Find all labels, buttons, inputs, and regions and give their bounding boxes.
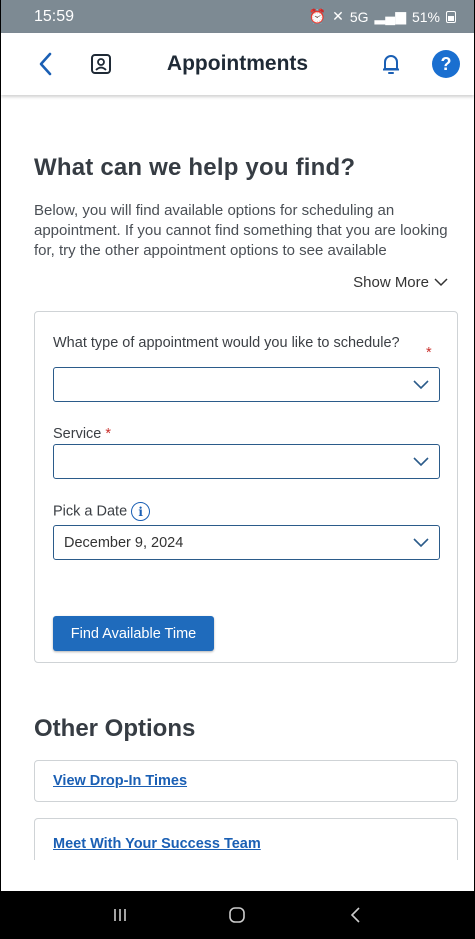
intro-text: Below, you will find available options f… [34,202,448,258]
option-drop-in-times: View Drop-In Times [34,760,458,802]
service-required-mark: * [105,426,112,442]
alarm-icon: ⏰ [308,8,327,24]
info-icon[interactable]: i [131,502,151,521]
drop-in-times-link[interactable]: View Drop-In Times [53,773,187,789]
appointment-form-card: What type of appointment would you like … [34,311,458,663]
date-picker[interactable]: December 9, 2024 [53,525,440,560]
appointment-type-label: What type of appointment would you like … [53,335,400,351]
battery-label: 51% [411,8,440,25]
system-nav-bar [1,891,474,939]
show-more-toggle[interactable]: Show More [353,274,448,291]
home-button[interactable] [217,895,257,935]
appointment-type-required-mark: * [426,345,432,361]
date-label-row: Pick a Date i [53,502,151,521]
profile-button[interactable] [87,33,115,95]
option-success-team: Meet With Your Success Team [34,818,458,860]
date-value: December 9, 2024 [64,534,184,551]
status-bar: 15:59 ⏰ ✕ 5G ▂▄▆ 51% [1,0,474,33]
battery-icon [446,10,456,23]
profile-card-icon [91,54,111,74]
show-more-label: Show More [353,274,429,291]
status-indicators: ⏰ ✕ 5G ▂▄▆ 51% [309,8,456,25]
status-time: 15:59 [34,7,75,25]
other-options-heading: Other Options [34,715,196,742]
help-button[interactable]: ? [431,33,461,95]
system-back-button[interactable] [335,895,375,935]
chevron-down-icon [413,537,429,547]
back-chevron-icon [39,52,52,76]
chevron-down-icon [413,456,429,466]
find-available-time-button[interactable]: Find Available Time [53,616,214,651]
bell-icon [383,55,399,74]
appointment-type-select[interactable] [53,367,440,402]
chevron-down-icon [434,278,448,287]
service-label-row: Service * [53,426,111,442]
back-arrow-icon [351,907,360,923]
date-label: Pick a Date [53,503,128,520]
notifications-button[interactable] [377,33,405,95]
service-select[interactable] [53,444,440,479]
recent-apps-button[interactable] [100,895,140,935]
back-button[interactable] [31,33,59,95]
chevron-down-icon [413,379,429,389]
app-frame: 15:59 ⏰ ✕ 5G ▂▄▆ 51% Appointments ? What… [0,0,475,939]
help-icon: ? [432,50,460,78]
home-icon [229,907,246,923]
app-header: Appointments ? [1,33,474,95]
success-team-link[interactable]: Meet With Your Success Team [53,836,261,852]
service-label: Service [53,426,102,442]
recent-apps-icon [114,909,126,921]
network-label: 5G [349,8,369,25]
section-heading: What can we help you find? [34,154,356,181]
signal-icon: ▂▄▆ [374,8,406,24]
mute-icon: ✕ [332,8,344,24]
